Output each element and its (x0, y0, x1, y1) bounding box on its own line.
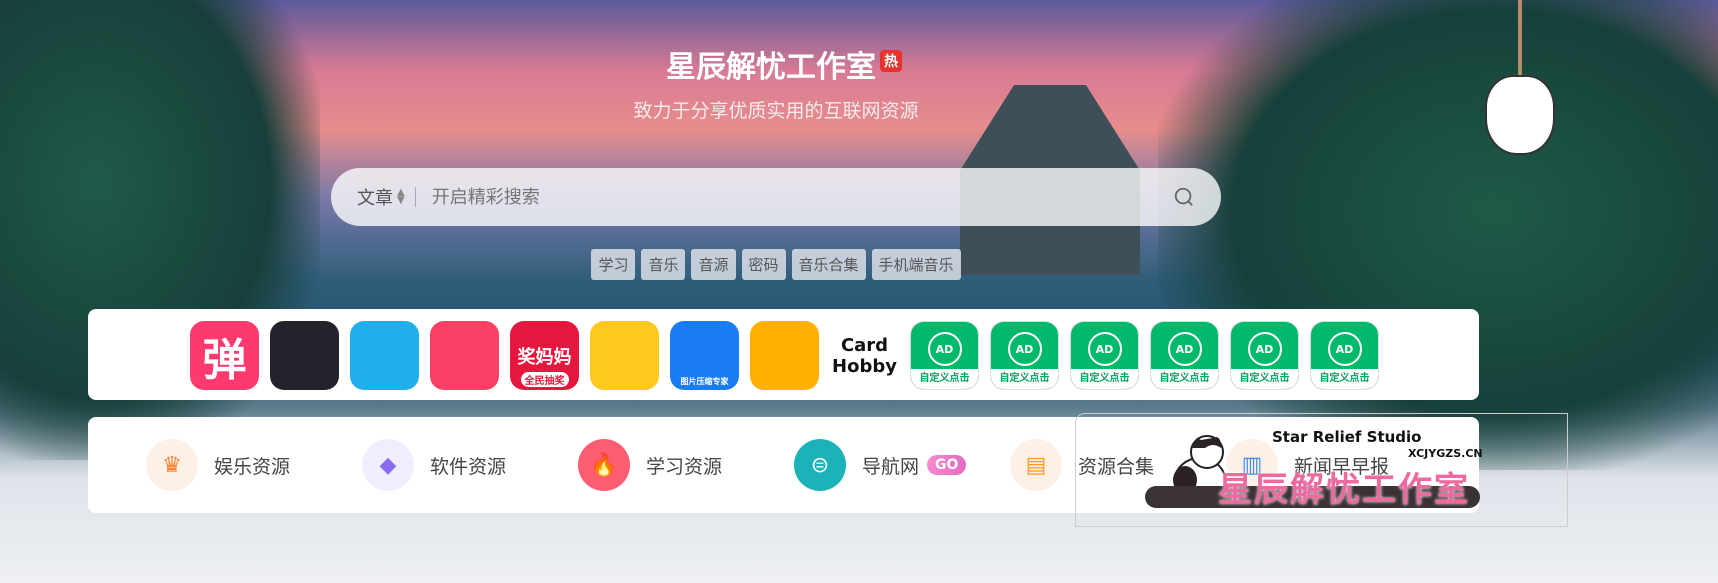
search-icon[interactable] (1173, 186, 1195, 208)
search-type-select[interactable]: 文章 ▲ ▼ (357, 184, 405, 210)
ad-slot-0[interactable]: AD 自定义点击 (910, 321, 979, 390)
banner-url: XCJYGZS.CN (1408, 447, 1483, 460)
app-icon-1[interactable] (270, 321, 339, 390)
ad-label: 自定义点击 (991, 369, 1058, 389)
ad-slot-5[interactable]: AD 自定义点击 (1310, 321, 1379, 390)
app-icon-5[interactable] (590, 321, 659, 390)
ad-label: 自定义点击 (1071, 369, 1138, 389)
go-badge[interactable]: GO (927, 455, 967, 475)
app-icon-2[interactable] (350, 321, 419, 390)
hot-badge: 热 (880, 50, 902, 72)
category-label: 导航网 (862, 455, 920, 478)
ad-slot-1[interactable]: AD 自定义点击 (990, 321, 1059, 390)
tag-1[interactable]: 音乐 (641, 249, 686, 280)
diamond-icon: ◆ (362, 439, 414, 491)
app-label: 弹 (202, 334, 247, 386)
tag-4[interactable]: 音乐合集 (791, 249, 866, 280)
category-0[interactable]: ♛ 娱乐资源 (146, 439, 290, 491)
ad-slot-3[interactable]: AD 自定义点击 (1150, 321, 1219, 390)
app-label: 图片压缩专家 (680, 377, 729, 386)
banner-chinese-title: 星辰解忧工作室 (1218, 470, 1470, 510)
category-2[interactable]: 🔥 学习资源 (578, 439, 722, 491)
tag-3[interactable]: 密码 (741, 249, 786, 280)
hot-tags: 学习 音乐 音源 密码 音乐合集 手机端音乐 (0, 249, 1552, 280)
ad-label: 自定义点击 (1231, 369, 1298, 389)
ad-icon: AD (927, 332, 962, 366)
search-input[interactable] (431, 186, 1173, 208)
app-icon-4[interactable]: 奖妈妈 全民抽奖 (510, 321, 579, 390)
banner-english-title: Star Relief Studio (1272, 428, 1422, 446)
ad-slot-4[interactable]: AD 自定义点击 (1230, 321, 1299, 390)
flame-icon: 🔥 (578, 439, 630, 491)
category-label: 学习资源 (646, 455, 723, 478)
crown-icon: ♛ (146, 439, 198, 491)
ad-label: 自定义点击 (1151, 369, 1218, 389)
compass-icon: ⊜ (794, 439, 846, 491)
sort-arrows-icon: ▲ ▼ (397, 187, 405, 206)
site-title-text: 星辰解忧工作室 (666, 50, 876, 85)
tag-5[interactable]: 手机端音乐 (871, 249, 961, 280)
site-title: 星辰解忧工作室热 (0, 42, 1568, 86)
category-label: 软件资源 (430, 455, 507, 478)
ad-icon: AD (1167, 332, 1202, 366)
app-icon-6[interactable]: 图片压缩专家 (670, 321, 739, 390)
app-label: 奖妈妈 (517, 346, 572, 368)
app-icon-8[interactable]: Card Hobby (830, 321, 899, 390)
app-shortcuts-panel: 弹奖妈妈 全民抽奖 图片压缩专家 Card Hobby AD 自定义点击 AD 自定义点击 AD… (88, 309, 1479, 400)
app-sublabel: 全民抽奖 (520, 372, 569, 387)
ad-slot-2[interactable]: AD 自定义点击 (1070, 321, 1139, 390)
ad-label: 自定义点击 (911, 369, 978, 389)
category-3[interactable]: ⊜ 导航网 GO (794, 439, 967, 491)
site-subtitle: 致力于分享优质实用的互联网资源 (633, 100, 919, 122)
category-label: 娱乐资源 (214, 455, 291, 478)
tag-0[interactable]: 学习 (591, 249, 636, 280)
ad-label: 自定义点击 (1311, 369, 1378, 389)
tag-2[interactable]: 音源 (691, 249, 736, 280)
ad-icon: AD (1007, 332, 1042, 366)
ad-icon: AD (1087, 332, 1122, 366)
search-type-label: 文章 (357, 188, 393, 209)
app-icon-0[interactable]: 弹 (190, 321, 259, 390)
ad-icon: AD (1327, 332, 1362, 366)
divider (414, 187, 416, 207)
app-label: Card Hobby (832, 334, 897, 377)
search-bar: 文章 ▲ ▼ (331, 168, 1221, 226)
app-icon-3[interactable] (430, 321, 499, 390)
category-1[interactable]: ◆ 软件资源 (362, 439, 506, 491)
ad-icon: AD (1247, 332, 1282, 366)
app-icon-7[interactable] (750, 321, 819, 390)
chat-icon: ▤ (1010, 439, 1062, 491)
